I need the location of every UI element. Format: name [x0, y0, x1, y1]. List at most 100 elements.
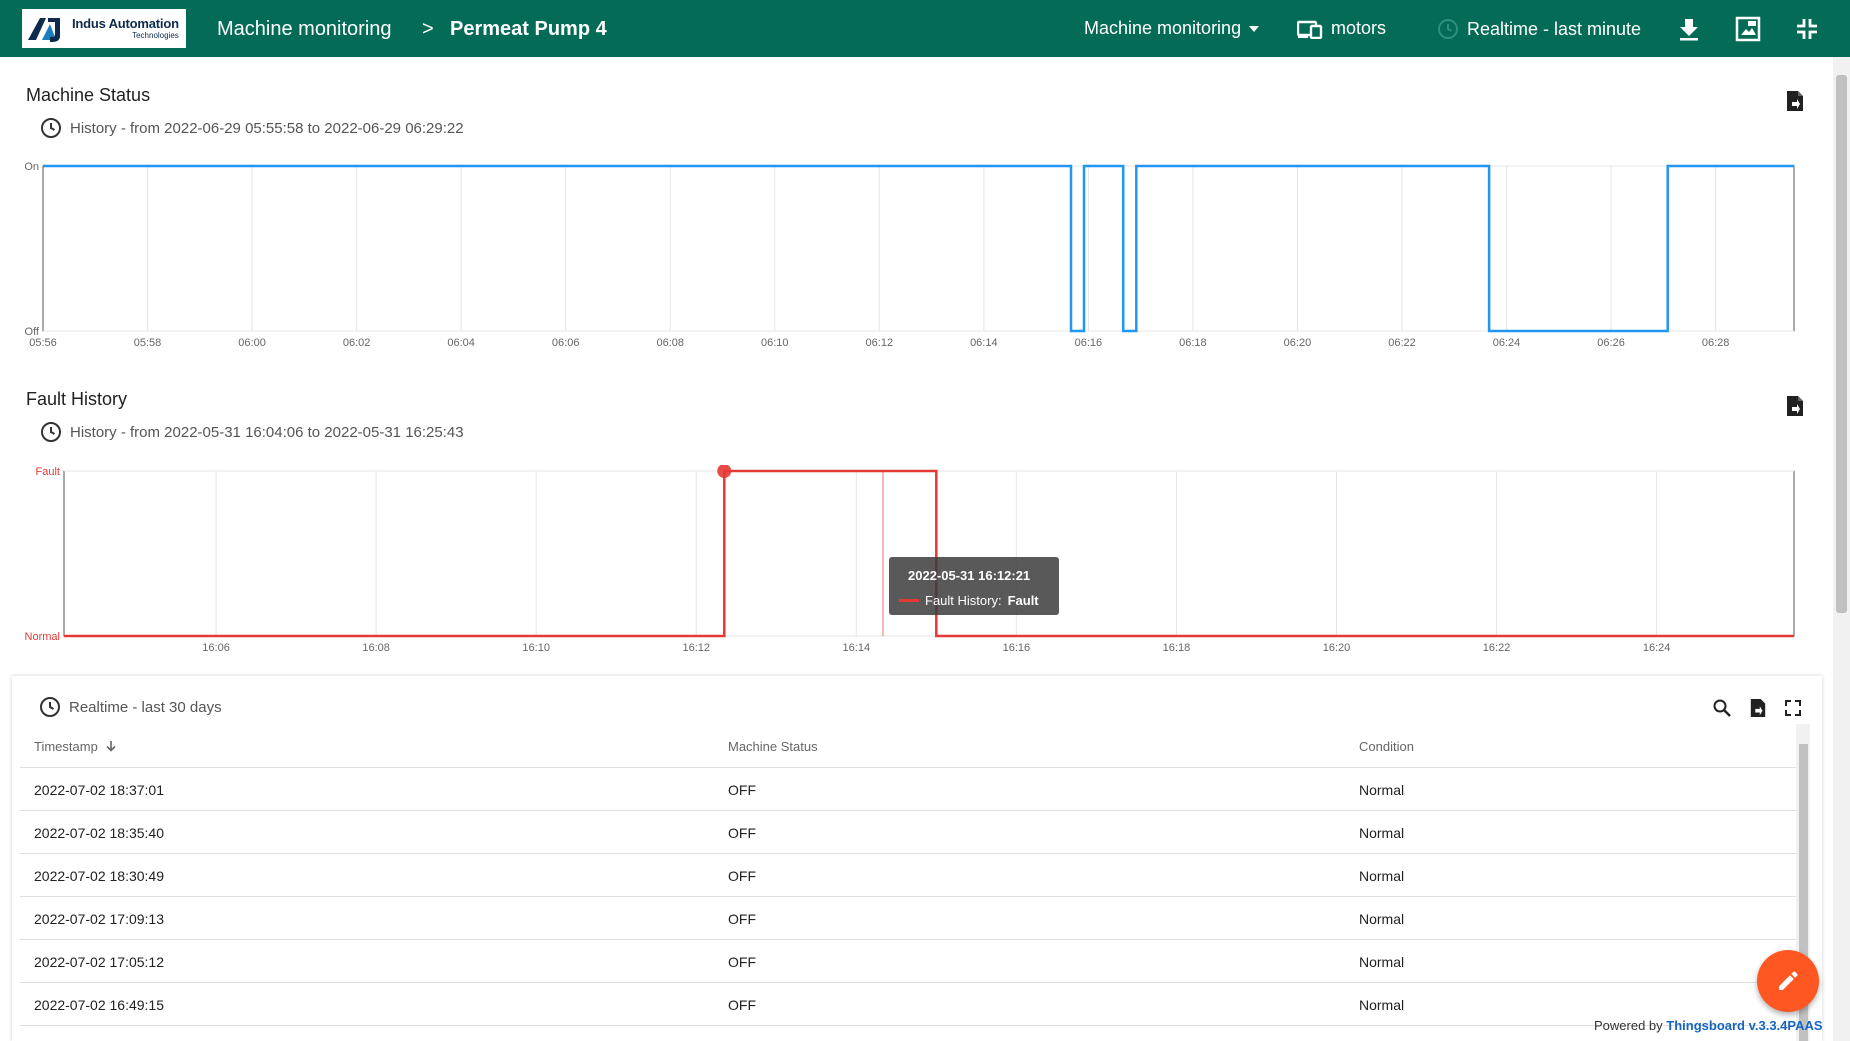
column-header-condition[interactable]: Condition [1359, 739, 1414, 754]
fault-history-title: Fault History [26, 389, 128, 409]
series-line [43, 164, 1794, 333]
fullscreen-exit-icon[interactable] [1794, 16, 1820, 42]
machine-status-history-label: History - from 2022-06-29 05:55:58 to 20… [70, 119, 464, 137]
download-icon[interactable] [1676, 16, 1702, 42]
export-file-icon[interactable] [1785, 90, 1805, 112]
x-tick-label: 06:04 [447, 337, 475, 349]
entity-select[interactable]: motors [1297, 18, 1386, 39]
cell-machine-status: OFF [728, 954, 756, 970]
machine-status-history: History - from 2022-06-29 05:55:58 to 20… [40, 117, 464, 139]
x-tick-label: 06:14 [970, 337, 998, 349]
edit-fab-button[interactable] [1757, 950, 1819, 1012]
column-header-label: Timestamp [34, 739, 98, 754]
x-tick-label: 16:20 [1323, 642, 1351, 654]
dashboard-select-label: Machine monitoring [1084, 18, 1242, 38]
chart-tooltip: 2022-05-31 16:12:21 Fault History: Fault [889, 557, 1059, 615]
breadcrumb-separator: > [422, 18, 434, 40]
y-tick-label: Fault [36, 466, 60, 478]
cell-machine-status: OFF [728, 997, 756, 1013]
cell-timestamp: 2022-07-02 18:30:49 [34, 868, 164, 884]
breadcrumb-parent[interactable]: Machine monitoring [217, 18, 392, 41]
column-header-timestamp[interactable]: Timestamp [34, 739, 117, 754]
x-tick-label: 16:18 [1163, 642, 1191, 654]
cell-timestamp: 2022-07-02 18:37:01 [34, 782, 164, 798]
x-tick-label: 06:06 [552, 337, 580, 349]
export-file-icon[interactable] [1749, 697, 1767, 719]
x-tick-label: 16:24 [1643, 642, 1671, 654]
cell-condition: Normal [1359, 782, 1405, 798]
tooltip-series: Fault History: Fault [899, 593, 1039, 608]
entity-label: motors [1331, 18, 1387, 38]
clock-icon [41, 422, 61, 442]
cell-machine-status: OFF [728, 868, 756, 884]
x-tick-label: 16:14 [843, 642, 871, 654]
chevron-down-icon [1249, 25, 1260, 32]
fault-history-history-label: History - from 2022-05-31 16:04:06 to 20… [70, 423, 464, 441]
timewindow-label: Realtime - last minute [1467, 18, 1642, 39]
table-row[interactable]: 2022-07-02 17:09:13 OFF Normal [20, 897, 1796, 940]
tooltip-series-value: Fault [1007, 593, 1039, 608]
x-tick-label: 06:22 [1388, 337, 1416, 349]
machine-status-chart: 05:56 05:58 06:00 06:02 06:04 06:06 06:08 06:10… [24, 161, 1795, 349]
export-image-icon[interactable] [1735, 16, 1761, 42]
x-tick-label: 06:02 [343, 337, 371, 349]
table-row[interactable]: 2022-07-02 18:35:40 OFF Normal [20, 811, 1796, 854]
search-icon[interactable] [1712, 698, 1732, 718]
powered-link[interactable]: Thingsboard v.3.3.4PAAS [1666, 1018, 1822, 1033]
table-row[interactable]: 2022-07-02 17:05:12 OFF Normal [20, 940, 1796, 983]
export-file-icon[interactable] [1785, 395, 1805, 417]
cell-condition: Normal [1359, 868, 1405, 884]
tooltip-swatch [899, 599, 919, 602]
x-tick-label: 06:26 [1597, 337, 1625, 349]
x-tick-label: 05:56 [29, 337, 57, 349]
logo[interactable]: Indus Automation Technologies [22, 9, 186, 48]
x-tick-label: 16:10 [522, 642, 550, 654]
x-tick-label: 16:08 [362, 642, 390, 654]
logo-mark-icon [28, 18, 60, 42]
cell-machine-status: OFF [728, 911, 756, 927]
telemetry-table-card: Realtime - last 30 days Timestamp Machin… [12, 676, 1822, 1041]
cell-timestamp: 2022-07-02 16:49:15 [34, 997, 164, 1013]
cell-timestamp: 2022-07-02 17:09:13 [34, 911, 164, 927]
fullscreen-icon[interactable] [1785, 700, 1801, 716]
page-scrollbar-thumb[interactable] [1836, 75, 1847, 613]
x-tick-label: 16:22 [1483, 642, 1511, 654]
x-tick-label: 06:12 [866, 337, 894, 349]
x-tick-label: 06:00 [238, 337, 266, 349]
x-tick-label: 06:08 [656, 337, 684, 349]
machine-status-title: Machine Status [26, 85, 151, 105]
y-tick-label: On [24, 161, 39, 173]
fault-history-history: History - from 2022-05-31 16:04:06 to 20… [40, 421, 464, 443]
table-row[interactable]: 2022-07-02 18:30:49 OFF Normal [20, 854, 1796, 897]
cell-condition: Normal [1359, 911, 1405, 927]
table-row[interactable]: 2022-07-02 18:37:01 OFF Normal [20, 768, 1796, 811]
x-tick-label: 16:12 [682, 642, 710, 654]
breadcrumb-current: Permeat Pump 4 [450, 18, 607, 40]
table-row[interactable]: 2022-07-02 16:49:15 OFF Normal [20, 983, 1796, 1026]
tooltip-series-name: Fault History: [925, 593, 1002, 608]
x-tick-label: 16:16 [1003, 642, 1031, 654]
x-tick-label: 06:16 [1075, 337, 1103, 349]
top-bar: Indus Automation Technologies Machine mo… [0, 0, 1850, 57]
logo-sub: Technologies [132, 31, 179, 40]
tooltip-time: 2022-05-31 16:12:21 [908, 568, 1031, 583]
cell-condition: Normal [1359, 954, 1405, 970]
cell-machine-status: OFF [728, 825, 756, 841]
column-header-machine-status[interactable]: Machine Status [728, 739, 818, 754]
logo-name: Indus Automation [72, 16, 179, 31]
cell-timestamp: 2022-07-02 17:05:12 [34, 954, 164, 970]
pencil-icon [1779, 971, 1798, 990]
y-tick-label: Off [25, 326, 40, 338]
x-tick-label: 06:18 [1179, 337, 1207, 349]
y-tick-label: Normal [25, 631, 60, 643]
x-tick-label: 06:24 [1493, 337, 1521, 349]
timewindow-button[interactable]: Realtime - last minute [1437, 18, 1641, 40]
table-header: Timestamp Machine Status Condition [20, 724, 1796, 768]
x-tick-label: 16:06 [202, 642, 230, 654]
plot-frame [42, 165, 1795, 332]
x-tick-label: 06:20 [1284, 337, 1312, 349]
cell-timestamp: 2022-07-02 18:35:40 [34, 825, 164, 841]
dashboard-select[interactable]: Machine monitoring [1084, 18, 1260, 39]
x-tick-label: 05:58 [134, 337, 162, 349]
table-timewindow[interactable]: Realtime - last 30 days [39, 696, 222, 718]
